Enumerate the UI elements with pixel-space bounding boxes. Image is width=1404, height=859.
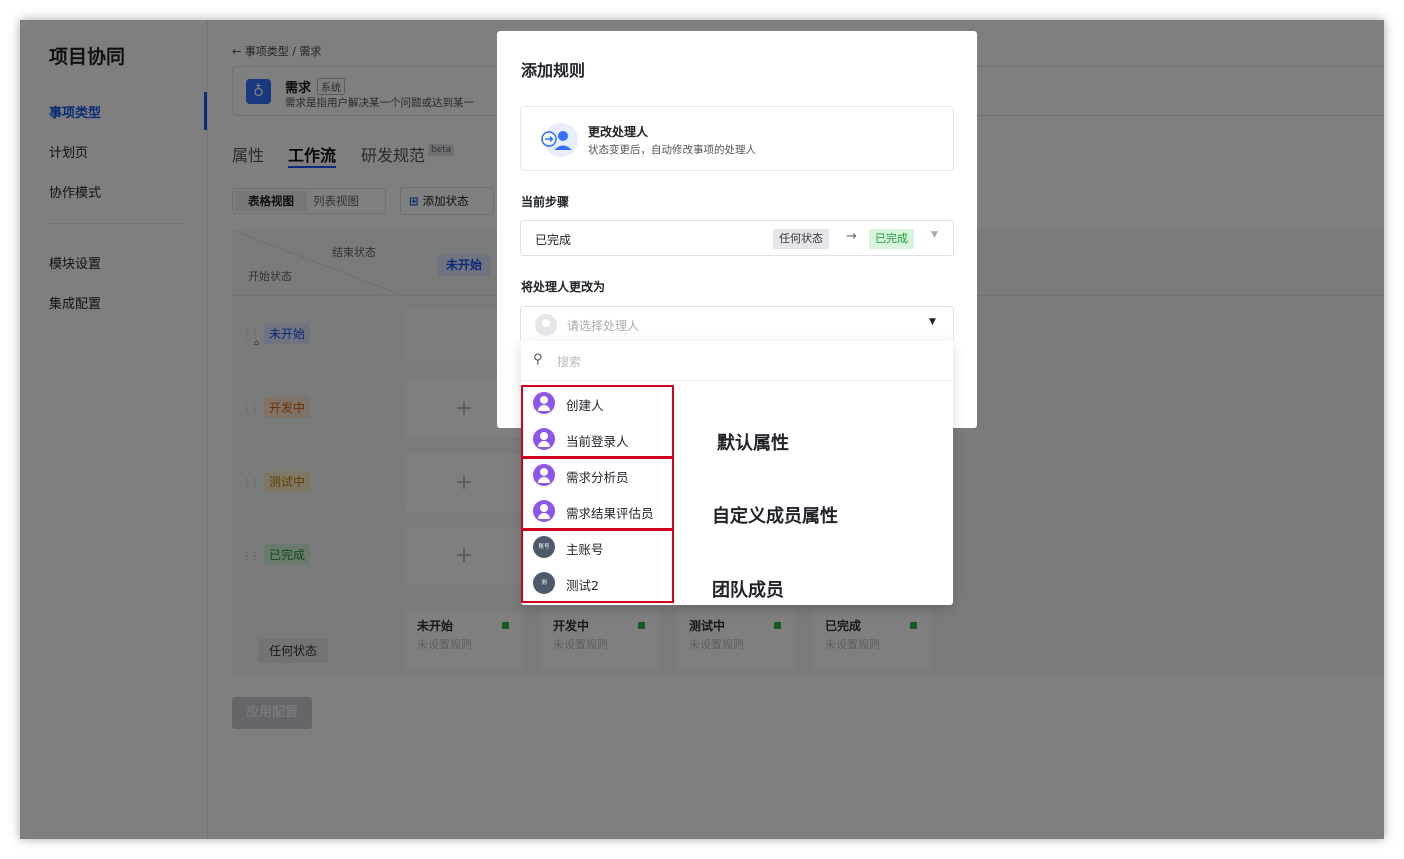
group-note-custom: 自定义成员属性	[712, 506, 838, 527]
from-state-tag: 任何状态	[773, 229, 829, 249]
assignee-dropdown: ⚲ 搜索 创建人 当前登录人 需求分析员 需求结果评估员 账号 主账号 测 测试…	[521, 341, 953, 605]
dropdown-search[interactable]: ⚲ 搜索	[521, 341, 953, 381]
assignee-label: 将处理人更改为	[521, 280, 606, 294]
rule-type-card[interactable]: 更改处理人 状态变更后，自动修改事项的处理人	[520, 106, 954, 171]
change-assignee-icon	[541, 123, 578, 157]
highlight-box	[521, 385, 674, 458]
rule-desc: 状态变更后，自动修改事项的处理人	[588, 144, 756, 156]
to-state-tag: 已完成	[869, 229, 914, 249]
avatar-placeholder-icon	[535, 314, 557, 336]
current-step-select[interactable]: 已完成 任何状态 → 已完成 ▼	[520, 220, 954, 256]
group-note-team: 团队成员	[712, 580, 784, 601]
step-value: 已完成	[535, 233, 572, 247]
app-window: 项目协同 事项类型 计划页 协作模式 模块设置 集成配置 ← 事项类型 / 需求…	[20, 20, 1384, 839]
chevron-down-icon: ▼	[931, 230, 938, 240]
current-step-label: 当前步骤	[521, 195, 570, 209]
highlight-box	[521, 529, 674, 603]
modal-title: 添加规则	[521, 61, 586, 80]
highlight-box	[521, 457, 674, 530]
group-note-default: 默认属性	[717, 433, 789, 454]
rule-title: 更改处理人	[588, 125, 649, 139]
assignee-select[interactable]: 请选择处理人 ▼	[520, 306, 954, 342]
chevron-down-icon: ▼	[929, 317, 936, 327]
arrow-right-icon: →	[846, 229, 857, 244]
search-icon: ⚲	[533, 352, 543, 367]
search-input[interactable]: 搜索	[557, 353, 581, 370]
assignee-placeholder: 请选择处理人	[567, 319, 640, 333]
